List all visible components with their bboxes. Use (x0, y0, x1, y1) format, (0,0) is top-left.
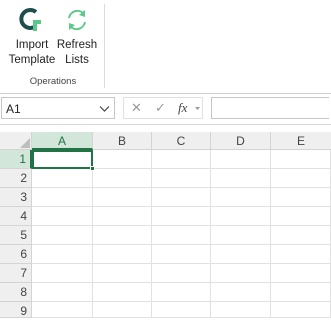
cell-b3[interactable] (93, 188, 152, 207)
cell-e2[interactable] (271, 169, 331, 188)
cell-b1[interactable] (93, 150, 152, 169)
row-header-1[interactable]: 1 (0, 150, 32, 169)
cell-d1[interactable] (211, 150, 271, 169)
cell-b4[interactable] (93, 207, 152, 226)
import-template-icon (19, 8, 41, 31)
cell-c9[interactable] (152, 302, 211, 318)
cell-b5[interactable] (93, 226, 152, 245)
name-box[interactable]: A1 (1, 97, 115, 119)
cell-d7[interactable] (211, 264, 271, 283)
cell-c5[interactable] (152, 226, 211, 245)
import-label-line1: Import (15, 39, 49, 51)
column-header-c[interactable]: C (152, 132, 211, 150)
formula-input[interactable] (211, 97, 329, 119)
refresh-lists-button[interactable]: Refresh Lists (56, 6, 98, 68)
cell-e6[interactable] (271, 245, 331, 264)
row-header-3[interactable]: 3 (0, 188, 32, 207)
cell-d6[interactable] (211, 245, 271, 264)
cell-a3[interactable] (32, 188, 93, 207)
cell-d3[interactable] (211, 188, 271, 207)
group-label-operations: Operations (29, 76, 77, 87)
cell-a9[interactable] (32, 302, 93, 318)
import-template-button[interactable]: Import Template (6, 6, 58, 68)
cell-a4[interactable] (32, 207, 93, 226)
cell-e4[interactable] (271, 207, 331, 226)
refresh-icon (68, 9, 86, 31)
row-header-9[interactable]: 9 (0, 302, 32, 318)
column-header-a[interactable]: A (32, 132, 93, 150)
group-separator (104, 4, 105, 88)
cell-e1[interactable] (271, 150, 331, 169)
row-header-4[interactable]: 4 (0, 207, 32, 226)
row-header-6[interactable]: 6 (0, 245, 32, 264)
cell-a2[interactable] (32, 169, 93, 188)
cell-d9[interactable] (211, 302, 271, 318)
cell-c7[interactable] (152, 264, 211, 283)
cell-d2[interactable] (211, 169, 271, 188)
active-cell-a1[interactable] (32, 150, 93, 169)
cell-c1[interactable] (152, 150, 211, 169)
name-box-value: A1 (6, 102, 21, 116)
ribbon: Import Template Refresh Lists Operations (0, 0, 331, 93)
row-header-5[interactable]: 5 (0, 226, 32, 245)
refresh-label-line2: Lists (65, 54, 89, 66)
cell-d8[interactable] (211, 283, 271, 302)
row-header-7[interactable]: 7 (0, 264, 32, 283)
cell-c2[interactable] (152, 169, 211, 188)
formula-buttons: ✕ ✓ fx (123, 97, 203, 119)
spreadsheet-grid: A B C D E 1 2 3 4 5 6 7 8 9 (0, 132, 331, 318)
cell-b2[interactable] (93, 169, 152, 188)
select-all-corner[interactable] (0, 132, 32, 150)
row-header-8[interactable]: 8 (0, 283, 32, 302)
fx-dropdown-icon[interactable] (195, 107, 200, 111)
cell-b6[interactable] (93, 245, 152, 264)
enter-icon[interactable]: ✓ (155, 100, 166, 116)
fill-handle[interactable] (90, 166, 95, 171)
formula-bar: A1 ✕ ✓ fx (0, 94, 331, 125)
cell-e7[interactable] (271, 264, 331, 283)
cell-c3[interactable] (152, 188, 211, 207)
select-all-icon (20, 138, 30, 148)
refresh-label-line1: Refresh (56, 39, 98, 51)
column-header-b[interactable]: B (93, 132, 152, 150)
cell-e9[interactable] (271, 302, 331, 318)
cell-c6[interactable] (152, 245, 211, 264)
cell-d5[interactable] (211, 226, 271, 245)
row-header-2[interactable]: 2 (0, 169, 32, 188)
cell-b7[interactable] (93, 264, 152, 283)
cell-e3[interactable] (271, 188, 331, 207)
chevron-down-icon[interactable] (99, 103, 110, 114)
cell-a7[interactable] (32, 264, 93, 283)
cell-b8[interactable] (93, 283, 152, 302)
cell-b9[interactable] (93, 302, 152, 318)
cell-a8[interactable] (32, 283, 93, 302)
cell-c8[interactable] (152, 283, 211, 302)
cell-e5[interactable] (271, 226, 331, 245)
insert-function-icon[interactable]: fx (178, 100, 187, 116)
cell-c4[interactable] (152, 207, 211, 226)
column-header-d[interactable]: D (211, 132, 271, 150)
import-label-line2: Template (8, 54, 56, 66)
column-header-e[interactable]: E (271, 132, 331, 150)
cell-d4[interactable] (211, 207, 271, 226)
cell-a6[interactable] (32, 245, 93, 264)
cell-a5[interactable] (32, 226, 93, 245)
cancel-icon[interactable]: ✕ (131, 100, 142, 116)
cell-e8[interactable] (271, 283, 331, 302)
